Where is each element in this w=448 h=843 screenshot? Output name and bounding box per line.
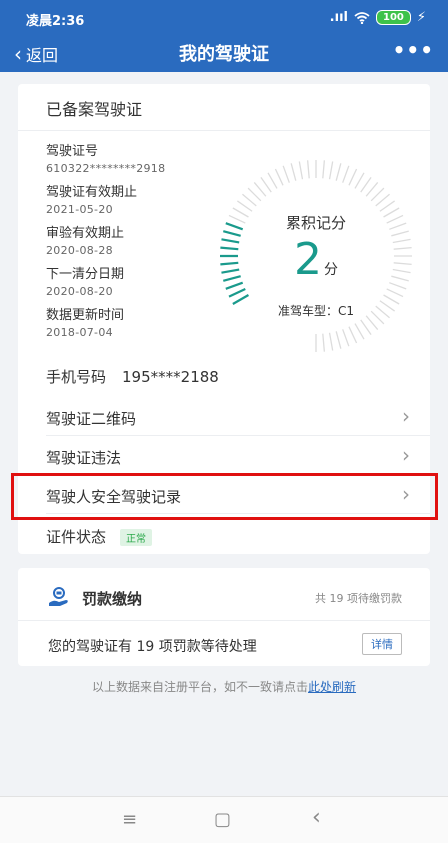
score-unit: 分	[324, 262, 338, 278]
gauge-tick	[290, 163, 297, 181]
payment-hand-icon	[49, 587, 68, 606]
row-license-qrcode[interactable]: 驾驶证二维码 ›	[18, 398, 430, 436]
info-label: 审验有效期止	[46, 226, 125, 241]
status-icons: .ııl 100 ⚡	[330, 10, 426, 25]
gauge-tick	[360, 319, 372, 336]
status-label: 证件状态	[46, 528, 107, 546]
info-value: 2020-08-20	[46, 285, 113, 298]
score-value: 2	[294, 234, 322, 285]
gauge-tick	[370, 187, 385, 202]
gauge-tick	[274, 168, 284, 186]
gauge-tick	[335, 163, 342, 181]
gauge-tick	[267, 172, 278, 189]
divider	[18, 620, 430, 621]
info-data-update-time: 数据更新时间 2018-07-04	[46, 304, 124, 339]
gauge-tick	[342, 329, 350, 347]
gauge-tick	[260, 176, 272, 193]
license-card: 已备案驾驶证 驾驶证号 610322********2918 驾驶证有效期止 2…	[18, 84, 430, 554]
info-license-expiry: 驾驶证有效期止 2021-05-20	[46, 181, 137, 216]
status-row: 证件状态 正常	[18, 516, 430, 554]
fine-card-title: 罚款缴纳	[82, 590, 143, 608]
gauge-tick	[322, 333, 326, 352]
gauge-tick	[236, 200, 253, 212]
footer-note: 以上数据来自注册平台，如不一致请点击此处刷新	[0, 678, 448, 695]
info-value: 610322********2918	[46, 162, 166, 175]
phone-value: 195****2188	[122, 368, 219, 386]
license-card-title: 已备案驾驶证	[46, 100, 143, 119]
gauge-tick	[354, 323, 365, 340]
info-value: 2020-08-28	[46, 244, 113, 257]
nav-bar: ‹ 返回 我的驾驶证 •••	[0, 34, 448, 72]
row-label: 驾驶人安全驾驶记录	[46, 488, 182, 506]
divider	[18, 130, 430, 131]
gauge-tick	[282, 165, 290, 183]
row-label: 驾驶证二维码	[46, 410, 137, 428]
info-value: 2018-07-04	[46, 326, 113, 339]
home-icon[interactable]: ▢	[214, 809, 231, 830]
system-nav-bar: ≡ ▢ ‹	[0, 796, 448, 843]
footer-text: 以上数据来自注册平台，如不一致请点击	[91, 680, 308, 694]
status-badge: 正常	[120, 529, 153, 546]
gauge-tick	[298, 161, 304, 180]
fine-message: 您的驾驶证有 19 项罚款等待处理	[48, 639, 257, 655]
fine-card: 罚款缴纳 共 19 项待缴罚款 您的驾驶证有 19 项罚款等待处理 详情	[18, 568, 430, 666]
gauge-tick	[386, 288, 404, 298]
gauge-tick	[328, 161, 334, 180]
gauge-tick	[379, 200, 396, 212]
row-safe-driving-record[interactable]: 驾驶人安全驾驶记录 ›	[18, 476, 430, 514]
gauge-tick	[328, 332, 334, 351]
battery-indicator: 100	[375, 10, 411, 25]
gauge-tick	[348, 168, 358, 186]
info-label: 数据更新时间	[46, 308, 125, 323]
info-license-number: 驾驶证号 610322********2918	[46, 140, 165, 175]
chevron-right-icon: ›	[402, 404, 410, 428]
detail-button[interactable]: 详情	[362, 633, 402, 655]
gauge-tick	[253, 182, 267, 197]
divider	[46, 513, 430, 514]
menu-icon[interactable]: ≡	[122, 809, 137, 830]
gauge-tick	[342, 165, 350, 183]
info-value: 2021-05-20	[46, 203, 113, 216]
vehicle-type: 准驾车型：C1	[277, 304, 354, 318]
phone-row: 手机号码 195****2188	[18, 356, 430, 394]
chevron-right-icon: ›	[402, 443, 410, 467]
refresh-link[interactable]: 此处刷新	[308, 680, 356, 694]
info-label: 下一清分日期	[46, 267, 125, 282]
gauge-tick	[354, 172, 365, 189]
gauge-tick	[375, 193, 390, 207]
gauge-tick	[365, 182, 379, 197]
gauge-tick	[242, 193, 257, 207]
signal-icon: .ııl	[329, 10, 348, 25]
phone-label: 手机号码	[46, 368, 107, 386]
info-label: 驾驶证号	[46, 144, 99, 159]
charging-icon: ⚡	[416, 10, 426, 25]
divider	[46, 435, 430, 436]
divider	[46, 474, 430, 475]
more-menu-button[interactable]: •••	[393, 38, 434, 62]
gauge-tick	[306, 160, 310, 179]
info-inspection-expiry: 审验有效期止 2020-08-28	[46, 222, 124, 257]
status-time: 凌晨2:36	[26, 14, 85, 29]
wifi-icon	[354, 11, 370, 24]
page-title: 我的驾驶证	[179, 44, 269, 65]
info-label: 驾驶证有效期止	[46, 185, 138, 200]
fine-count: 共 19 项待缴罚款	[315, 592, 402, 605]
gauge-tick	[247, 187, 262, 202]
gauge-tick	[348, 326, 358, 344]
status-bar: 凌晨2:36 .ııl 100 ⚡	[0, 0, 448, 34]
row-license-violations[interactable]: 驾驶证违法 ›	[18, 437, 430, 475]
gauge-label: 累积记分	[285, 214, 346, 232]
chevron-right-icon: ›	[402, 482, 410, 506]
info-next-clear-date: 下一清分日期 2020-08-20	[46, 263, 124, 298]
gauge-score: 2分	[216, 234, 416, 285]
gauge-tick	[335, 331, 342, 349]
back-nav-icon[interactable]: ‹	[312, 805, 321, 830]
row-label: 驾驶证违法	[46, 449, 122, 467]
gauge-tick	[228, 287, 246, 298]
gauge-tick	[360, 176, 372, 193]
gauge-tick	[322, 160, 326, 179]
